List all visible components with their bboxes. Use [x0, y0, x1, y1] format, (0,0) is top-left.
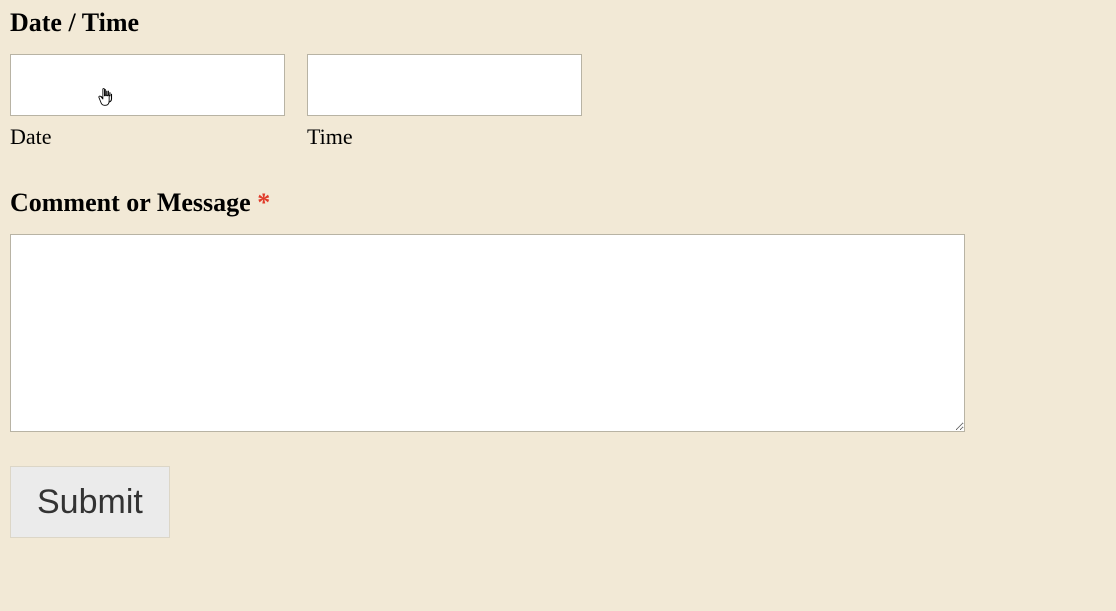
message-heading: Comment or Message *: [10, 188, 1106, 218]
time-sub-label: Time: [307, 124, 582, 150]
message-section: Comment or Message *: [10, 188, 1106, 432]
date-sub-label: Date: [10, 124, 285, 150]
date-time-heading: Date / Time: [10, 8, 1106, 38]
time-field-column: Time: [307, 54, 582, 150]
date-time-section: Date / Time Date Time: [10, 8, 1106, 150]
date-field-column: Date: [10, 54, 285, 150]
time-input[interactable]: [307, 54, 582, 116]
submit-button[interactable]: Submit: [10, 466, 170, 538]
date-time-row: Date Time: [10, 54, 1106, 150]
date-input[interactable]: [10, 54, 285, 116]
message-heading-text: Comment or Message: [10, 188, 257, 217]
required-asterisk: *: [257, 188, 270, 217]
message-textarea[interactable]: [10, 234, 965, 432]
